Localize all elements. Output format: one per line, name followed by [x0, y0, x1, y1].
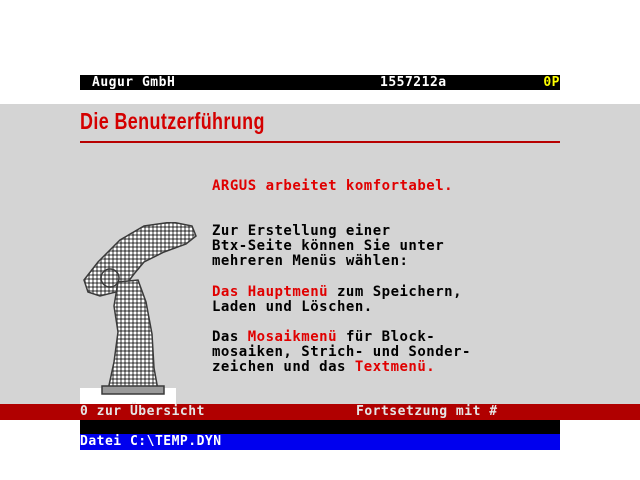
menu1-name[interactable]: Das Hauptmenü [212, 284, 328, 300]
intro-text: Zur Erstellung einer Btx-Seite können Si… [212, 223, 445, 269]
continue-link[interactable]: Fortsetzung mit # [356, 404, 498, 420]
page-price: 0P [543, 75, 560, 90]
top-status-bar: Augur GmbH 1557212a 0P [80, 75, 560, 90]
mascot-figure-icon [80, 221, 198, 404]
spacer-strip [80, 420, 560, 434]
menu2-name[interactable]: Mosaikmenü [248, 329, 337, 345]
menu1-paragraph: Das Hauptmenü zum Speichern, Laden und L… [212, 285, 462, 315]
overview-link[interactable]: 0 zur Übersicht [80, 404, 205, 420]
menu3-suffix: . [426, 359, 436, 375]
page-title: Die Benutzerführung [80, 108, 265, 134]
file-path: Datei C:\TEMP.DYN [80, 434, 222, 449]
menu2-text-b: mosaiken, Strich- und Sonder- [212, 344, 471, 360]
page-number: 1557212a [380, 75, 447, 90]
headline: ARGUS arbeitet komfortabel. [212, 178, 454, 194]
menu3-name[interactable]: Textmenü [355, 359, 426, 375]
menu2-prefix: Das [212, 329, 248, 345]
menu1-text-b: Laden und Löschen. [212, 299, 373, 315]
menu2-paragraph: Das Mosaikmenü für Block- mosaiken, Stri… [212, 330, 471, 375]
menu2-text-a: für Block- [337, 329, 436, 345]
provider-name: Augur GmbH [92, 75, 176, 90]
menu1-text-a: zum Speichern, [328, 284, 463, 300]
title-rule [80, 141, 560, 143]
menu2-text-c: zeichen und das [212, 359, 355, 375]
navigation-bar: 0 zur Übersicht Fortsetzung mit # [0, 404, 640, 420]
file-status-bar: Datei C:\TEMP.DYN [80, 434, 560, 450]
